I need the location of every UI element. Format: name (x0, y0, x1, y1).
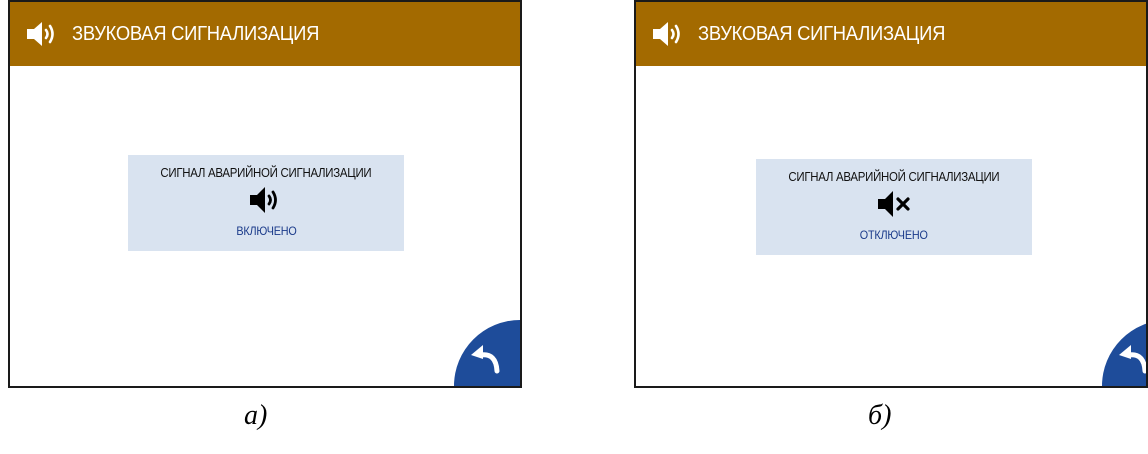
status-text: ВКЛЮЧЕНО (235, 224, 297, 238)
panel-label: СИГНАЛ АВАРИЙНОЙ СИГНАЛИЗАЦИИ (788, 169, 1000, 184)
alarm-signal-toggle[interactable]: СИГНАЛ АВАРИЙНОЙ СИГНАЛИЗАЦИИ ВКЛЮЧЕНО (128, 155, 404, 251)
alarm-signal-toggle[interactable]: СИГНАЛ АВАРИЙНОЙ СИГНАЛИЗАЦИИ ОТКЛЮЧЕНО (756, 159, 1032, 255)
panel-label: СИГНАЛ АВАРИЙНОЙ СИГНАЛИЗАЦИИ (160, 165, 372, 180)
caption-a: а) (244, 400, 268, 431)
speaker-muted-icon (877, 190, 911, 218)
back-button[interactable] (454, 320, 520, 386)
speaker-on-icon (652, 21, 686, 47)
caption-b: б) (868, 400, 892, 431)
screen-sound-off: ЗВУКОВАЯ СИГНАЛИЗАЦИЯ СИГНАЛ АВАРИЙНОЙ С… (634, 0, 1148, 388)
status-text: ОТКЛЮЧЕНО (860, 228, 928, 242)
speaker-on-icon (249, 186, 283, 214)
header-bar: ЗВУКОВАЯ СИГНАЛИЗАЦИЯ (636, 2, 1146, 66)
header-title: ЗВУКОВАЯ СИГНАЛИЗАЦИЯ (698, 22, 946, 45)
back-arrow-icon (1118, 344, 1146, 374)
header-title: ЗВУКОВАЯ СИГНАЛИЗАЦИЯ (72, 22, 320, 45)
speaker-on-icon (26, 21, 60, 47)
header-bar: ЗВУКОВАЯ СИГНАЛИЗАЦИЯ (10, 2, 520, 66)
screen-sound-on: ЗВУКОВАЯ СИГНАЛИЗАЦИЯ СИГНАЛ АВАРИЙНОЙ С… (8, 0, 522, 388)
back-arrow-icon (470, 344, 502, 374)
back-button[interactable] (1102, 320, 1146, 386)
